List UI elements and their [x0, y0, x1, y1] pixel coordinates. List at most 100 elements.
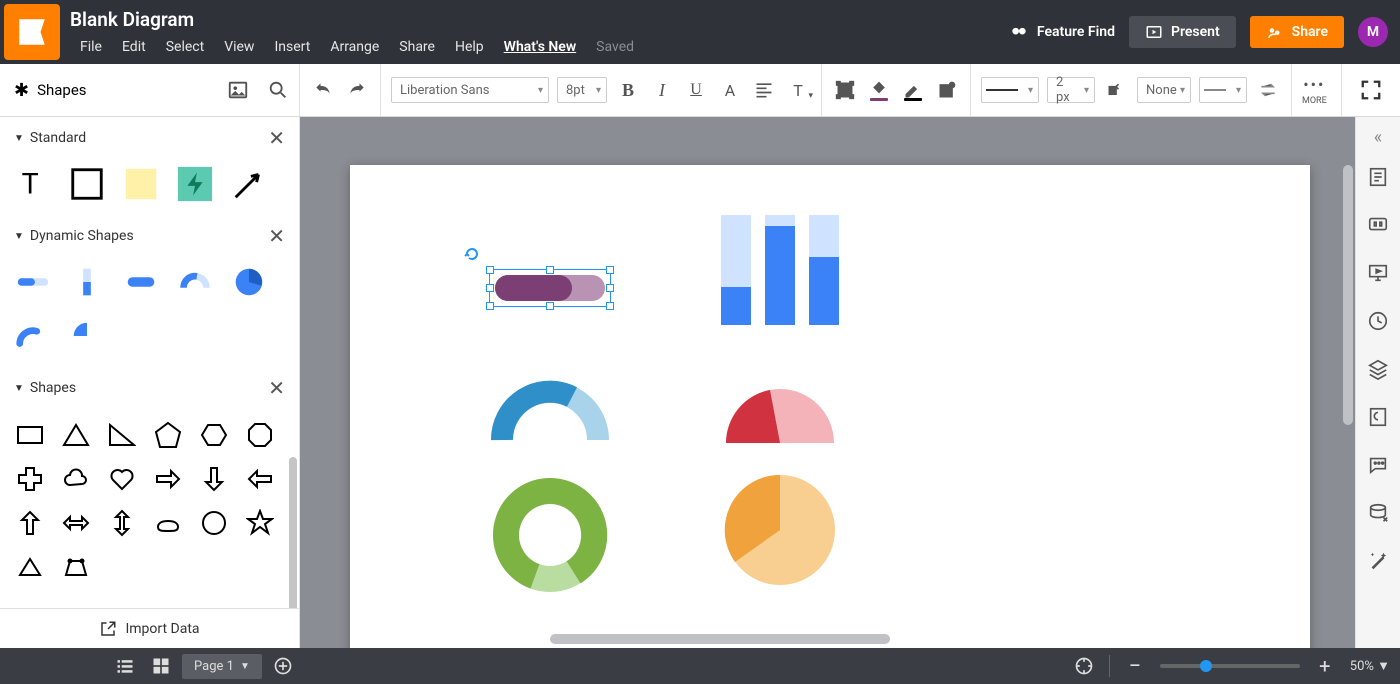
shape-frame-button[interactable]: [832, 77, 858, 103]
document-title[interactable]: Blank Diagram: [70, 8, 1009, 31]
undo-button[interactable]: [310, 77, 336, 103]
add-page-button[interactable]: [268, 652, 298, 680]
present-panel-icon[interactable]: [1360, 251, 1396, 295]
line-style-select[interactable]: [981, 77, 1039, 103]
arc-shape[interactable]: [14, 317, 52, 355]
zoom-slider[interactable]: [1160, 664, 1300, 668]
line-routing-button[interactable]: [1103, 77, 1129, 103]
zoom-out-button[interactable]: −: [1120, 652, 1150, 680]
vertical-bar-shape[interactable]: [68, 263, 106, 301]
line-end-select[interactable]: [1199, 77, 1247, 103]
rotate-handle[interactable]: [464, 246, 480, 262]
menu-insert[interactable]: Insert: [264, 35, 320, 59]
canvas-page[interactable]: [350, 165, 1310, 648]
line-start-select[interactable]: None: [1137, 77, 1191, 103]
navigator-icon[interactable]: [1069, 652, 1099, 680]
comments-panel-icon[interactable]: [1360, 203, 1396, 247]
rect-shape[interactable]: [10, 415, 50, 455]
grid-view-icon[interactable]: [146, 652, 176, 680]
section-shapes-header[interactable]: ▼Shapes✕: [0, 367, 299, 409]
list-view-icon[interactable]: [110, 652, 140, 680]
arrow-right-shape[interactable]: [148, 459, 188, 499]
pentagon-shape[interactable]: [148, 415, 188, 455]
menu-whats-new[interactable]: What's New: [494, 35, 587, 59]
trapezoid-shape[interactable]: [56, 547, 96, 587]
triangle-up-shape[interactable]: [10, 547, 50, 587]
zoom-level[interactable]: 50% ▼: [1350, 658, 1390, 674]
arrow-down-shape[interactable]: [194, 459, 234, 499]
redo-button[interactable]: [344, 77, 370, 103]
hexagon-shape[interactable]: [194, 415, 234, 455]
arrow-left-shape[interactable]: [240, 459, 280, 499]
right-triangle-shape[interactable]: [102, 415, 142, 455]
underline-button[interactable]: U: [683, 77, 709, 103]
selection-box[interactable]: [489, 269, 611, 307]
canvas-horizontal-scrollbar[interactable]: [550, 634, 890, 644]
layers-panel-icon[interactable]: [1360, 347, 1396, 391]
data-panel-icon[interactable]: [1360, 491, 1396, 535]
share-button[interactable]: Share: [1250, 16, 1344, 48]
app-logo[interactable]: [4, 4, 60, 60]
font-family-select[interactable]: Liberation Sans: [391, 77, 549, 103]
wedge-shape[interactable]: [68, 317, 106, 355]
dynamic-tool[interactable]: [176, 165, 214, 203]
shape-options-button[interactable]: [934, 77, 960, 103]
star-shape[interactable]: [240, 503, 280, 543]
close-section-icon[interactable]: ✕: [268, 224, 285, 248]
collapse-rail-icon[interactable]: «: [1360, 123, 1396, 151]
menu-view[interactable]: View: [214, 35, 264, 59]
pie-shape-canvas[interactable]: [720, 470, 840, 594]
rectangle-tool[interactable]: [68, 165, 106, 203]
text-color-button[interactable]: A: [717, 77, 743, 103]
swap-ends-button[interactable]: [1255, 77, 1281, 103]
half-pie-shape-canvas[interactable]: [720, 383, 840, 453]
close-section-icon[interactable]: ✕: [268, 126, 285, 150]
section-standard-header[interactable]: ▼Standard✕: [0, 117, 299, 159]
octagon-shape[interactable]: [240, 415, 280, 455]
text-align-button[interactable]: [751, 77, 777, 103]
theme-panel-icon[interactable]: [1360, 395, 1396, 439]
import-data-button[interactable]: Import Data: [0, 608, 299, 648]
double-arrow-v-shape[interactable]: [102, 503, 142, 543]
sticky-note-tool[interactable]: [122, 165, 160, 203]
insert-image-icon[interactable]: [227, 79, 249, 101]
italic-button[interactable]: I: [649, 77, 675, 103]
canvas-vertical-scrollbar[interactable]: [1343, 165, 1353, 425]
cloud-shape[interactable]: [56, 459, 96, 499]
menu-share[interactable]: Share: [389, 35, 445, 59]
magic-panel-icon[interactable]: [1360, 539, 1396, 583]
bar-chart-shape[interactable]: [715, 215, 845, 339]
fullscreen-button[interactable]: [1341, 64, 1400, 116]
heart-shape[interactable]: [102, 459, 142, 499]
shapes-settings-icon[interactable]: ✱: [14, 80, 29, 101]
close-section-icon[interactable]: ✕: [268, 376, 285, 400]
bold-button[interactable]: B: [615, 77, 641, 103]
progress-bar-shape[interactable]: [14, 263, 52, 301]
half-donut-shape-canvas[interactable]: [490, 380, 610, 454]
present-button[interactable]: Present: [1129, 16, 1236, 48]
pill-shape[interactable]: [122, 263, 160, 301]
line-color-button[interactable]: [900, 77, 926, 103]
menu-arrange[interactable]: Arrange: [320, 35, 389, 59]
menu-file[interactable]: File: [70, 35, 112, 59]
pie-shape[interactable]: [230, 263, 268, 301]
triangle-shape[interactable]: [56, 415, 96, 455]
half-donut-shape[interactable]: [176, 263, 214, 301]
more-tools-button[interactable]: ••• MORE: [1302, 75, 1327, 106]
search-shapes-icon[interactable]: [267, 79, 289, 101]
section-dynamic-header[interactable]: ▼Dynamic Shapes✕: [0, 215, 299, 257]
arrow-tool[interactable]: [230, 165, 268, 203]
double-arrow-h-shape[interactable]: [56, 503, 96, 543]
sidebar-scrollbar[interactable]: [289, 117, 297, 608]
history-panel-icon[interactable]: [1360, 299, 1396, 343]
menu-select[interactable]: Select: [156, 35, 214, 59]
menu-help[interactable]: Help: [445, 35, 494, 59]
font-size-select[interactable]: 8pt: [557, 77, 607, 103]
fill-color-button[interactable]: [866, 77, 892, 103]
zoom-in-button[interactable]: +: [1310, 652, 1340, 680]
cross-shape[interactable]: [10, 459, 50, 499]
menu-edit[interactable]: Edit: [112, 35, 156, 59]
canvas-area[interactable]: [300, 117, 1355, 648]
donut-shape-canvas[interactable]: [490, 475, 610, 599]
text-options-button[interactable]: T▾: [785, 77, 811, 103]
